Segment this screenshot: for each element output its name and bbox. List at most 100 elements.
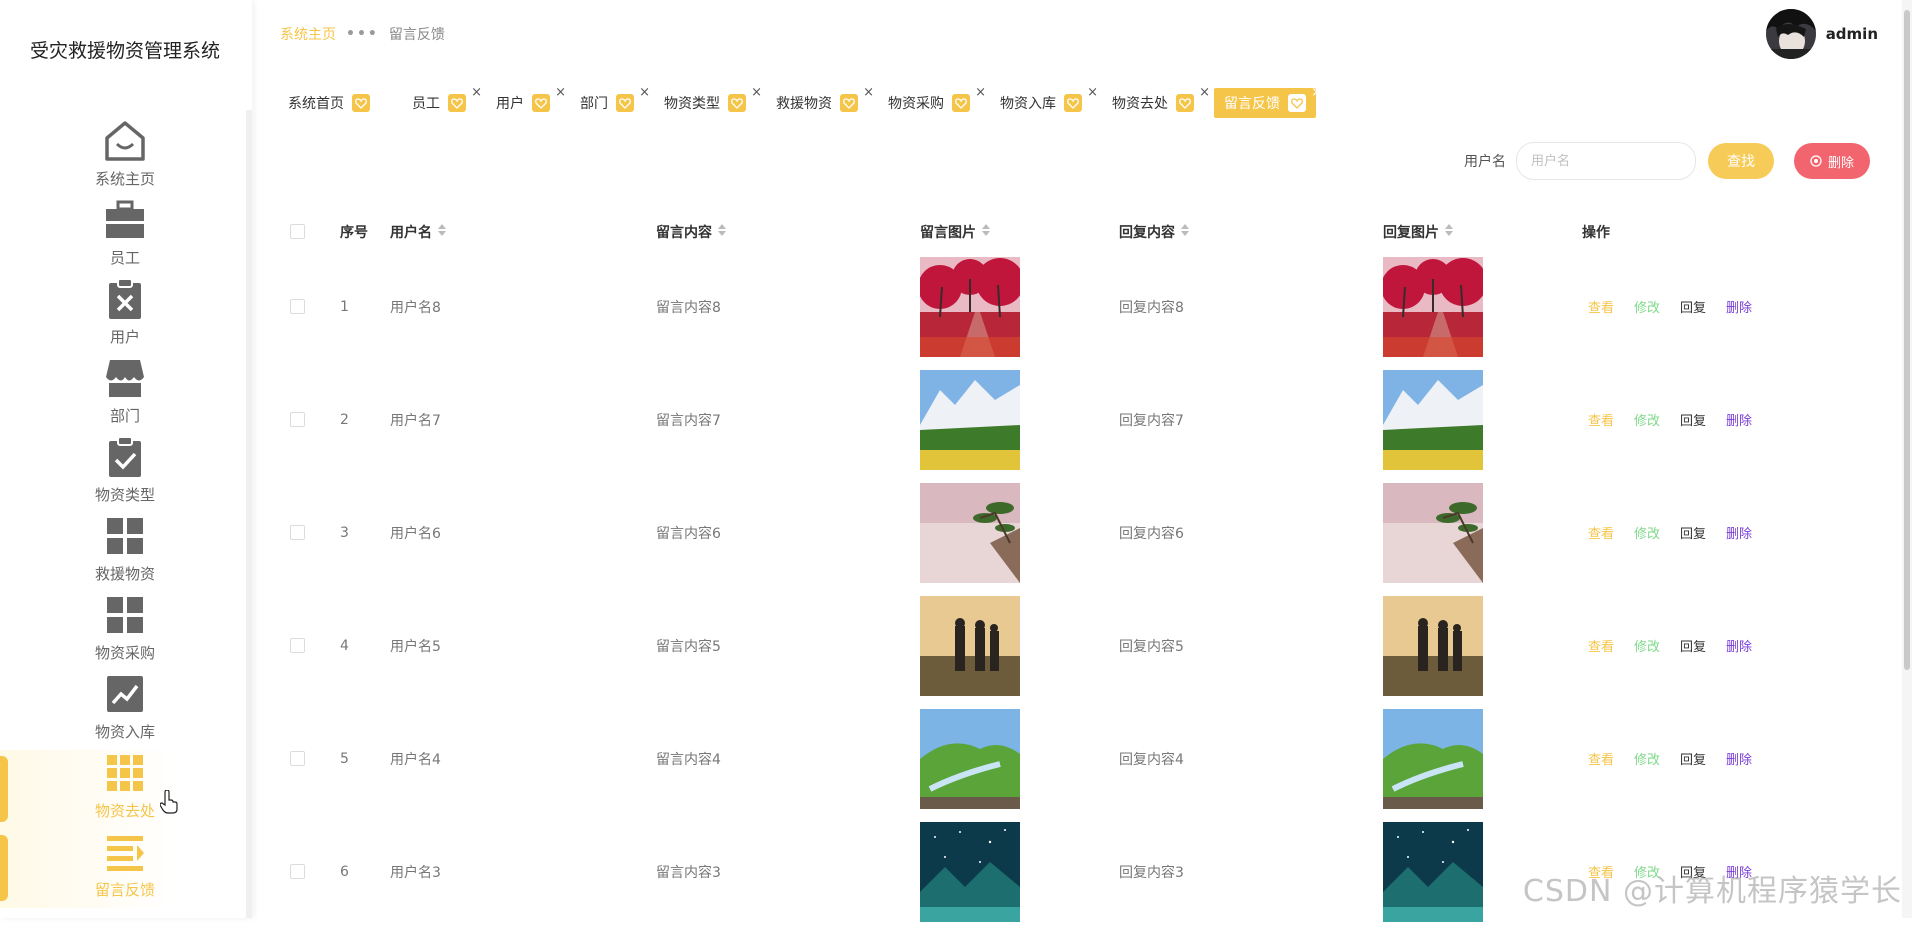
sidebar-item-feedback[interactable]: 留言反馈 [0, 829, 250, 908]
edit-link[interactable]: 修改 [1634, 410, 1660, 429]
close-icon[interactable]: × [975, 85, 986, 100]
reply-image[interactable] [1383, 363, 1483, 476]
hover-indicator [0, 756, 8, 822]
edit-link[interactable]: 修改 [1634, 749, 1660, 768]
reply-image[interactable] [1383, 702, 1483, 815]
close-icon[interactable]: × [1199, 85, 1210, 100]
heart-icon [1176, 94, 1194, 112]
reply-link[interactable]: 回复 [1680, 749, 1706, 768]
close-icon[interactable]: × [1087, 85, 1098, 100]
view-link[interactable]: 查看 [1588, 523, 1614, 542]
view-link[interactable]: 查看 [1588, 297, 1614, 316]
reply-image[interactable] [1383, 815, 1483, 928]
col-reply[interactable]: 回复内容 [1119, 222, 1189, 242]
scrollbar-thumb[interactable] [1904, 10, 1910, 670]
avatar[interactable] [1765, 9, 1816, 59]
message-image[interactable] [920, 476, 1020, 589]
sidebar-item-label: 物资类型 [94, 486, 155, 504]
row-username: 用户名8 [390, 299, 441, 316]
sidebar-item-rescue-material[interactable]: 救援物资 [0, 513, 250, 592]
page-scrollbar[interactable] [1902, 0, 1912, 918]
search-button[interactable]: 查找 [1708, 143, 1774, 179]
delete-link[interactable]: 删除 [1726, 523, 1752, 542]
delete-link[interactable]: 删除 [1726, 297, 1752, 316]
view-link[interactable]: 查看 [1588, 410, 1614, 429]
username[interactable]: admin [1826, 25, 1878, 43]
store-icon [102, 355, 148, 401]
delete-link[interactable]: 删除 [1726, 636, 1752, 655]
tab-users[interactable]: 用户 × [486, 85, 566, 118]
row-checkbox[interactable] [290, 702, 305, 815]
close-icon[interactable]: × [1311, 85, 1322, 100]
tab-home[interactable]: 系统首页 [278, 88, 380, 118]
col-content[interactable]: 留言内容 [656, 222, 726, 242]
row-checkbox[interactable] [290, 250, 305, 363]
sort-icon[interactable] [1181, 224, 1189, 240]
close-icon[interactable]: × [639, 85, 650, 100]
reply-link[interactable]: 回复 [1680, 636, 1706, 655]
col-username[interactable]: 用户名 [390, 222, 446, 242]
user-menu[interactable]: admin [1765, 9, 1878, 59]
sidebar-scrollbar[interactable] [246, 110, 252, 918]
breadcrumb: 系统主页 ••• 留言反馈 [280, 24, 445, 44]
sort-icon[interactable] [718, 224, 726, 240]
delete-link[interactable]: 删除 [1726, 749, 1752, 768]
row-checkbox[interactable] [290, 589, 305, 702]
tab-rescue-material[interactable]: 救援物资 × [766, 85, 874, 118]
view-link[interactable]: 查看 [1588, 749, 1614, 768]
message-image[interactable] [920, 589, 1020, 702]
reply-link[interactable]: 回复 [1680, 523, 1706, 542]
message-image[interactable] [920, 815, 1020, 928]
sort-icon[interactable] [438, 224, 446, 240]
breadcrumb-home[interactable]: 系统主页 [280, 24, 336, 44]
edit-link[interactable]: 修改 [1634, 297, 1660, 316]
sort-icon[interactable] [1445, 224, 1453, 240]
tab-feedback[interactable]: 留言反馈 × [1214, 85, 1322, 118]
close-icon[interactable]: × [751, 85, 762, 100]
sidebar-item-stock-in[interactable]: 物资入库 [0, 671, 250, 750]
tab-purchase[interactable]: 物资采购 × [878, 85, 986, 118]
sidebar-item-department[interactable]: 部门 [0, 355, 250, 434]
sidebar-item-staff[interactable]: 员工 [0, 197, 250, 276]
row-content: 留言内容8 [656, 299, 721, 316]
sidebar-item-destination[interactable]: 物资去处 [0, 750, 250, 829]
edit-link[interactable]: 修改 [1634, 523, 1660, 542]
select-all-checkbox[interactable] [290, 224, 305, 239]
sidebar-item-material-type[interactable]: 物资类型 [0, 434, 250, 513]
delete-link[interactable]: 删除 [1726, 410, 1752, 429]
tab-staff[interactable]: 员工 × [402, 85, 482, 118]
message-image[interactable] [920, 702, 1020, 815]
row-content: 留言内容7 [656, 412, 721, 429]
col-image[interactable]: 留言图片 [920, 222, 990, 242]
heart-icon [448, 94, 466, 112]
heart-icon [952, 94, 970, 112]
row-checkbox[interactable] [290, 815, 305, 928]
sidebar-item-home[interactable]: 系统主页 [0, 118, 250, 197]
reply-link[interactable]: 回复 [1680, 410, 1706, 429]
reply-image[interactable] [1383, 250, 1483, 363]
close-icon[interactable]: × [555, 85, 566, 100]
reply-image[interactable] [1383, 589, 1483, 702]
sidebar-item-purchase[interactable]: 物资采购 [0, 592, 250, 671]
close-icon[interactable]: × [863, 85, 874, 100]
sidebar-item-users[interactable]: 用户 [0, 276, 250, 355]
close-icon[interactable]: × [471, 85, 482, 100]
col-reply-image[interactable]: 回复图片 [1383, 222, 1453, 242]
sidebar-item-label: 物资采购 [94, 644, 155, 662]
table-row: 4 用户名5 留言内容5 回复内容5 查看 修改 回复 删除 [278, 589, 1868, 702]
reply-image[interactable] [1383, 476, 1483, 589]
tab-material-type[interactable]: 物资类型 × [654, 85, 762, 118]
row-checkbox[interactable] [290, 476, 305, 589]
tab-department[interactable]: 部门 × [570, 85, 650, 118]
search-input[interactable] [1516, 142, 1696, 180]
tab-destination[interactable]: 物资去处 × [1102, 85, 1210, 118]
view-link[interactable]: 查看 [1588, 636, 1614, 655]
message-image[interactable] [920, 363, 1020, 476]
row-checkbox[interactable] [290, 363, 305, 476]
delete-button[interactable]: 删除 [1794, 143, 1870, 179]
sort-icon[interactable] [982, 224, 990, 240]
tab-stock-in[interactable]: 物资入库 × [990, 85, 1098, 118]
reply-link[interactable]: 回复 [1680, 297, 1706, 316]
message-image[interactable] [920, 250, 1020, 363]
edit-link[interactable]: 修改 [1634, 636, 1660, 655]
